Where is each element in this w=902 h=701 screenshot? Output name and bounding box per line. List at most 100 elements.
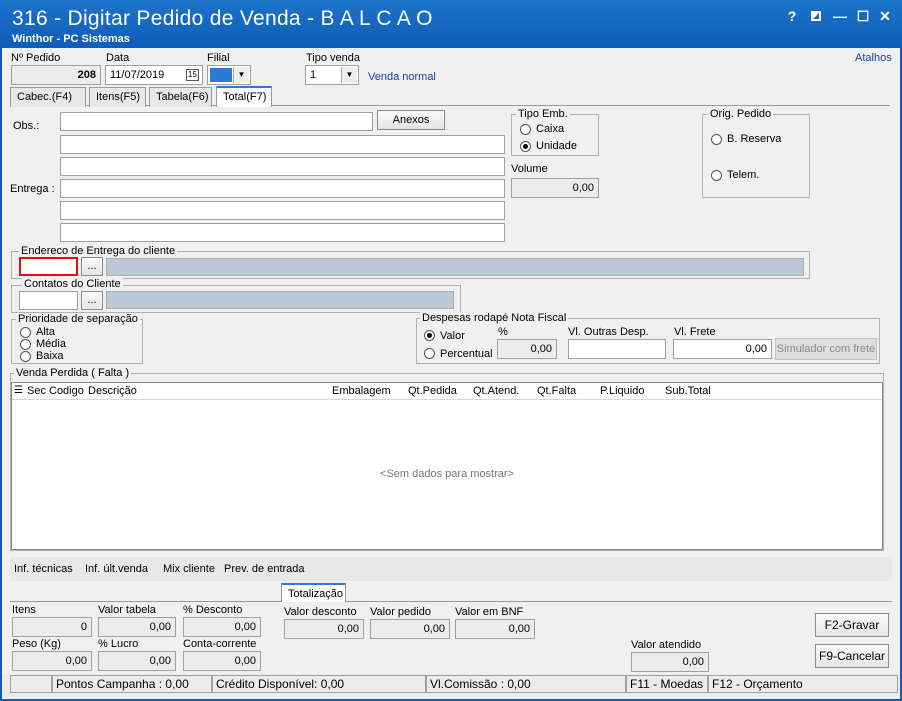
col-codigo[interactable]: Codigo (49, 385, 84, 397)
telem-radio[interactable] (711, 170, 722, 181)
col-qt-falta[interactable]: Qt.Falta (537, 385, 576, 397)
alta-radio[interactable] (20, 327, 31, 338)
restore-icon[interactable] (806, 6, 826, 26)
valor-desconto-field[interactable]: 0,00 (284, 619, 364, 639)
contatos-code-field[interactable] (19, 291, 78, 310)
itens-field[interactable]: 0 (12, 617, 92, 637)
valor-atendido-field[interactable]: 0,00 (631, 652, 709, 672)
reserva-radio[interactable] (711, 134, 722, 145)
col-embalagem[interactable]: Embalagem (332, 385, 391, 397)
venda-perdida-grid[interactable]: ☰ Sec Codigo Descrição Embalagem Qt.Pedi… (11, 382, 883, 550)
status-orcamento[interactable]: F12 - Orçamento (708, 675, 898, 693)
media-radio[interactable] (20, 339, 31, 350)
entrega-label: Entrega : (10, 183, 55, 195)
entrega-field-3[interactable] (60, 223, 505, 242)
grid-empty-message: <Sem dados para mostrar> (380, 468, 514, 480)
link-inf-tecnicas[interactable]: Inf. técnicas (14, 563, 73, 575)
pct-field[interactable]: 0,00 (497, 339, 557, 359)
percentual-label: Percentual (440, 348, 493, 360)
valor-radio[interactable] (424, 330, 435, 341)
contatos-lookup-button[interactable]: ... (81, 291, 103, 310)
despesas-label: Despesas rodapé Nota Fiscal (420, 312, 569, 324)
unidade-label: Unidade (536, 140, 577, 152)
close-icon[interactable]: ✕ (875, 6, 895, 26)
status-moedas[interactable]: F11 - Moedas (626, 675, 708, 693)
pct-label: % (498, 326, 508, 338)
peso-label: Peso (Kg) (12, 638, 61, 650)
filial-select[interactable]: ▼ (207, 65, 251, 85)
obs-field-1[interactable] (60, 112, 373, 131)
unidade-radio[interactable] (520, 141, 531, 152)
entrega-field-2[interactable] (60, 201, 505, 220)
baixa-radio[interactable] (20, 351, 31, 362)
desconto-field[interactable]: 0,00 (183, 617, 261, 637)
anexos-button[interactable]: Anexos (377, 110, 445, 130)
gravar-button[interactable]: F2-Gravar (815, 613, 889, 637)
col-qt-pedida[interactable]: Qt.Pedida (408, 385, 457, 397)
data-label: Data (106, 52, 130, 64)
venda-perdida-label: Venda Perdida ( Falta ) (14, 367, 132, 379)
contatos-label: Contatos do Cliente (22, 278, 123, 290)
conta-corrente-label: Conta-corrente (183, 638, 257, 650)
valor-bnf-field[interactable]: 0,00 (455, 619, 535, 639)
chevron-down-icon[interactable]: ▼ (233, 67, 249, 83)
col-sub-total[interactable]: Sub.Total (665, 385, 711, 397)
data-field[interactable]: 11/07/2019 15 (105, 65, 203, 85)
col-descricao[interactable]: Descrição (88, 385, 137, 397)
help-icon[interactable]: ? (782, 6, 802, 26)
tab-itens[interactable]: Itens(F5) (89, 87, 146, 107)
tab-total[interactable]: Total(F7) (216, 86, 272, 107)
valor-pedido-label: Valor pedido (370, 606, 431, 618)
col-sec[interactable]: Sec (27, 385, 46, 397)
endereco-label: Endereco de Entrega do cliente (19, 245, 178, 257)
maximize-icon[interactable]: ☐ (853, 6, 873, 26)
frete-field[interactable]: 0,00 (673, 339, 772, 359)
pedido-field[interactable]: 208 (11, 65, 101, 85)
simulador-frete-button[interactable]: Simulador com frete (775, 338, 877, 360)
obs-field-2[interactable] (60, 135, 505, 154)
media-label: Média (36, 338, 66, 350)
status-comissao: Vl.Comissão : 0,00 (426, 675, 626, 693)
tipo-venda-desc: Venda normal (368, 71, 436, 83)
percentual-radio[interactable] (424, 348, 435, 359)
link-inf-ult-venda[interactable]: Inf. últ.venda (85, 563, 148, 575)
chevron-down-icon[interactable]: ▼ (341, 67, 357, 83)
grid-menu-icon[interactable]: ☰ (14, 385, 23, 396)
baixa-label: Baixa (36, 350, 64, 362)
obs-field-3[interactable] (60, 157, 505, 176)
cancelar-button[interactable]: F9-Cancelar (815, 644, 889, 668)
endereco-code-field[interactable] (19, 257, 78, 276)
orig-pedido-group (702, 114, 810, 198)
reserva-label: B. Reserva (727, 133, 782, 145)
col-qt-atend[interactable]: Qt.Atend. (473, 385, 519, 397)
window-title: 316 - Digitar Pedido de Venda - B A L C … (12, 7, 433, 30)
tab-totalizacao[interactable]: Totalização (281, 583, 346, 602)
tipo-emb-label: Tipo Emb. (516, 108, 570, 120)
valor-pedido-field[interactable]: 0,00 (370, 619, 450, 639)
title-bar: 316 - Digitar Pedido de Venda - B A L C … (0, 0, 902, 48)
calendar-icon[interactable]: 15 (186, 69, 199, 81)
contatos-desc-field (106, 291, 454, 309)
outras-desp-field[interactable] (568, 339, 666, 359)
entrega-field-1[interactable] (60, 179, 505, 198)
volume-field[interactable]: 0,00 (511, 178, 599, 198)
tab-tabela[interactable]: Tabela(F6) (149, 87, 212, 107)
grid-header-line (12, 399, 882, 400)
endereco-lookup-button[interactable]: ... (81, 257, 103, 276)
totalizacao-line (10, 601, 892, 602)
conta-corrente-field[interactable]: 0,00 (183, 651, 261, 671)
filial-label: Filial (207, 52, 230, 64)
lucro-field[interactable]: 0,00 (98, 651, 176, 671)
minimize-icon[interactable]: — (830, 6, 850, 26)
peso-field[interactable]: 0,00 (12, 651, 92, 671)
link-prev-entrada[interactable]: Prev. de entrada (224, 563, 305, 575)
links-bar: Inf. técnicas Inf. últ.venda Mix cliente… (10, 557, 892, 581)
valor-tabela-field[interactable]: 0,00 (98, 617, 176, 637)
link-mix-cliente[interactable]: Mix cliente (163, 563, 215, 575)
col-p-liquido[interactable]: P.Liquido (600, 385, 644, 397)
filial-selected-value (210, 68, 232, 82)
caixa-radio[interactable] (520, 124, 531, 135)
atalhos-link[interactable]: Atalhos (855, 52, 892, 64)
tipo-venda-select[interactable]: 1 ▼ (305, 65, 359, 85)
tab-cabec[interactable]: Cabec.(F4) (10, 87, 86, 107)
